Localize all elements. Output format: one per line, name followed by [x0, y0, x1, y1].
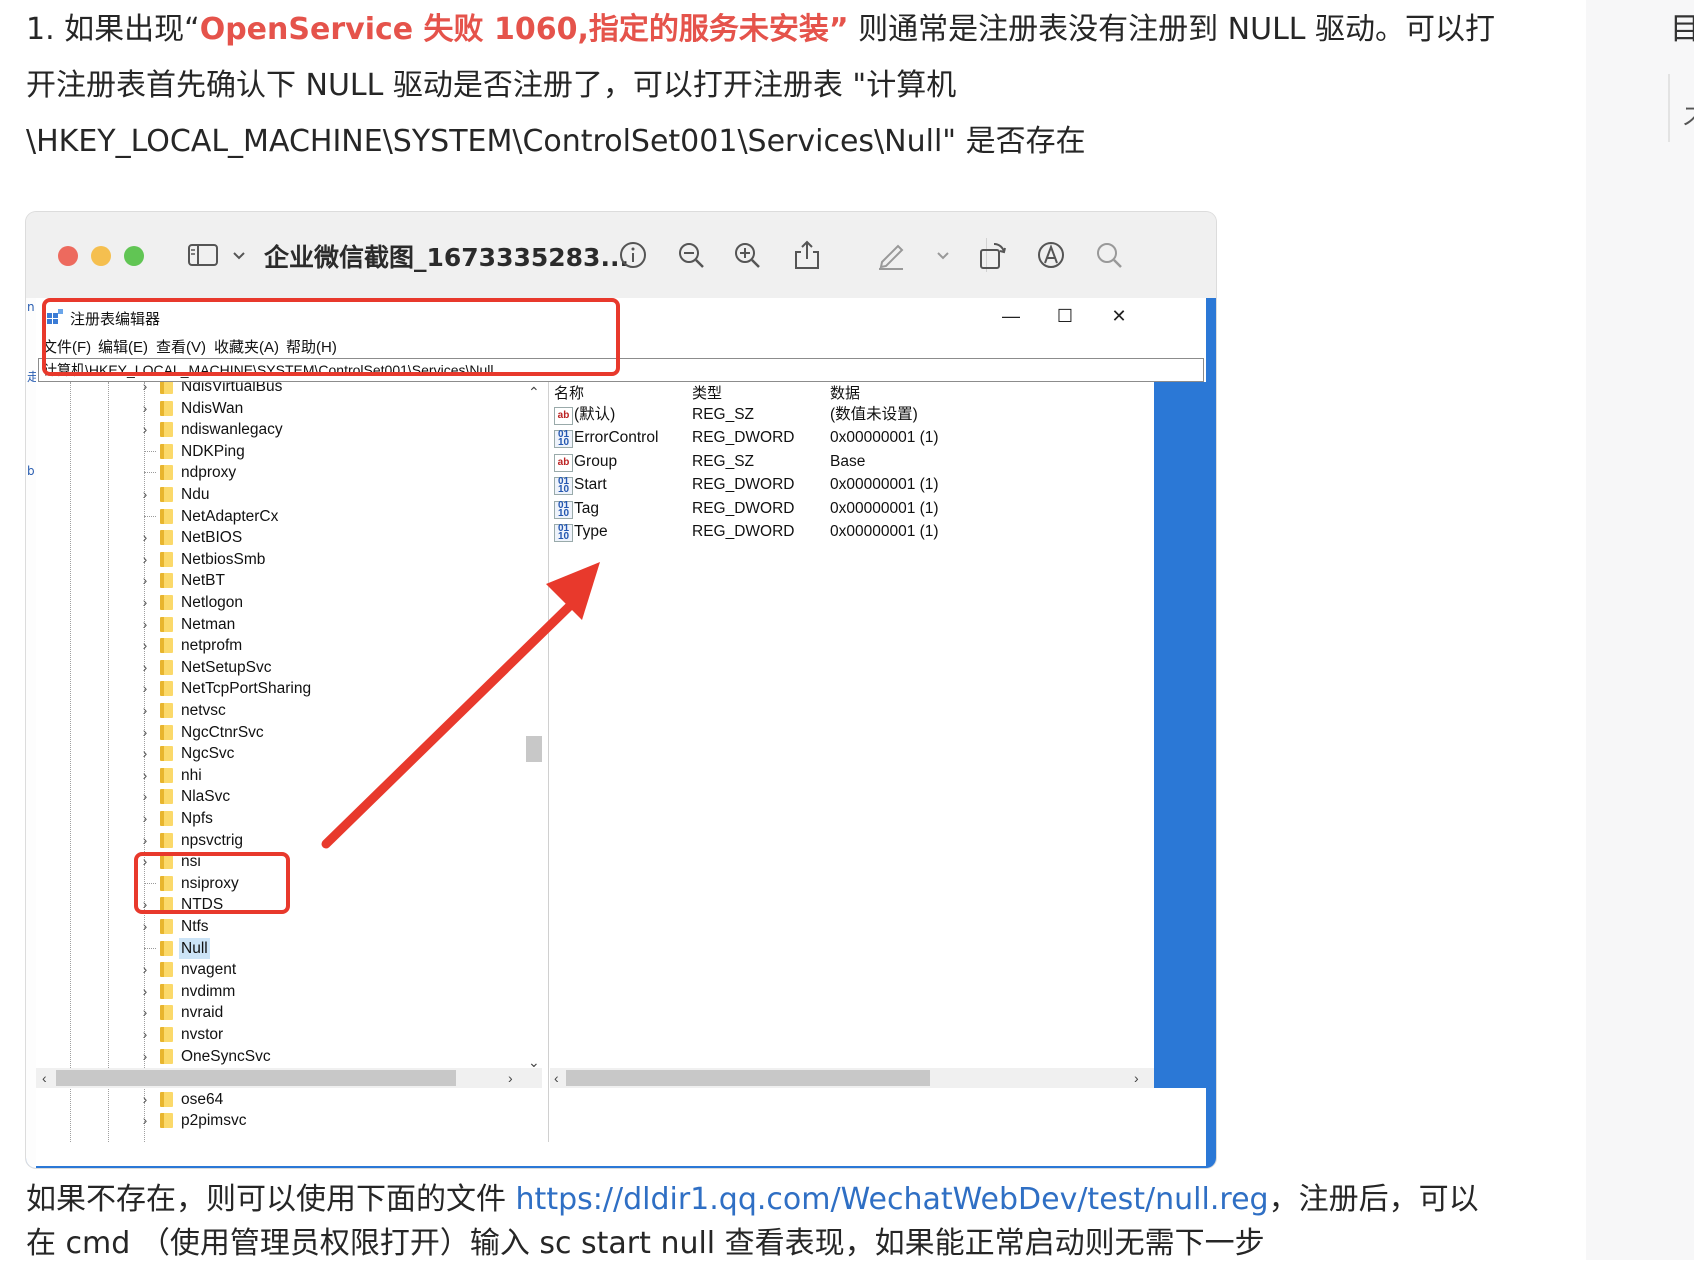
paragraph-text: 1. 如果出现“: [26, 12, 200, 47]
article-paragraph-2: 如果不存在，则可以使用下面的文件 https://dldir1.qq.com/W…: [26, 1178, 1506, 1266]
article-paragraph-1: 1. 如果出现“OpenService 失败 1060,指定的服务未安装” 则通…: [26, 2, 1506, 170]
toc-divider: [1668, 74, 1670, 142]
annotation-arrow: [321, 562, 600, 849]
paragraph-text: 如果不存在，则可以使用下面的文件: [26, 1182, 516, 1217]
toc-heading: 目: [1670, 12, 1694, 47]
download-link[interactable]: https://dldir1.qq.com/WechatWebDev/test/…: [516, 1182, 1269, 1217]
error-highlight: OpenService 失败 1060,指定的服务未安装”: [199, 12, 849, 47]
screenshot-image: 企业微信截图_1673335283... n 走 b: 注册表编辑器 — ☐ ✕…: [26, 212, 1216, 1168]
toc-item[interactable]: ズ: [1682, 96, 1694, 131]
toc-sidebar: [1586, 0, 1694, 1260]
